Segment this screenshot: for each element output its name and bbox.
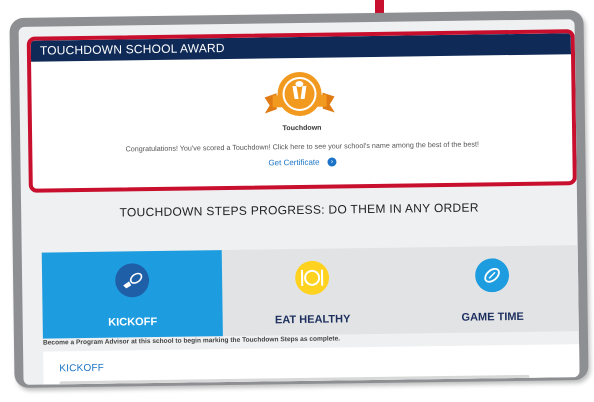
tile-label-eat-healthy: EAT HEALTHY: [274, 313, 351, 327]
progress-title: TOUCHDOWN STEPS PROGRESS: DO THEM IN ANY…: [119, 200, 479, 220]
kickoff-description-blurred: [59, 374, 530, 385]
touchdown-badge-icon[interactable]: [260, 68, 339, 121]
award-body: Touchdown Congratulations! You've scored…: [31, 54, 573, 189]
congratulations-message[interactable]: Congratulations! You've scored a Touchdo…: [32, 138, 572, 155]
kickoff-icon: [115, 263, 150, 298]
kickoff-section-title: KICKOFF: [59, 362, 105, 375]
plate-icon: [295, 260, 330, 295]
tile-kickoff[interactable]: KICKOFF: [41, 250, 223, 339]
award-panel: TOUCHDOWN SCHOOL AWARD Touchdown Congrat…: [26, 29, 577, 193]
tile-label-kickoff: KICKOFF: [108, 315, 158, 329]
screenshot-frame: TOUCHDOWN SCHOOL AWARD Touchdown Congrat…: [9, 10, 589, 388]
get-certificate-label[interactable]: Get Certificate: [268, 158, 319, 168]
get-certificate-link[interactable]: Get Certificate ›: [32, 154, 572, 171]
arrow-right-icon[interactable]: ›: [327, 157, 337, 167]
badge-label: Touchdown: [282, 124, 322, 133]
tile-game-time[interactable]: GAME TIME: [402, 245, 580, 334]
kickoff-section: KICKOFF: [43, 344, 580, 385]
football-icon: [475, 258, 510, 293]
tile-label-game-time: GAME TIME: [461, 310, 524, 324]
app-screen: TOUCHDOWN SCHOOL AWARD Touchdown Congrat…: [18, 19, 580, 385]
touchdown-steps-tiles: KICKOFF EAT HEALTHY GAME TIME: [41, 245, 580, 339]
tile-eat-healthy[interactable]: EAT HEALTHY: [222, 248, 403, 337]
